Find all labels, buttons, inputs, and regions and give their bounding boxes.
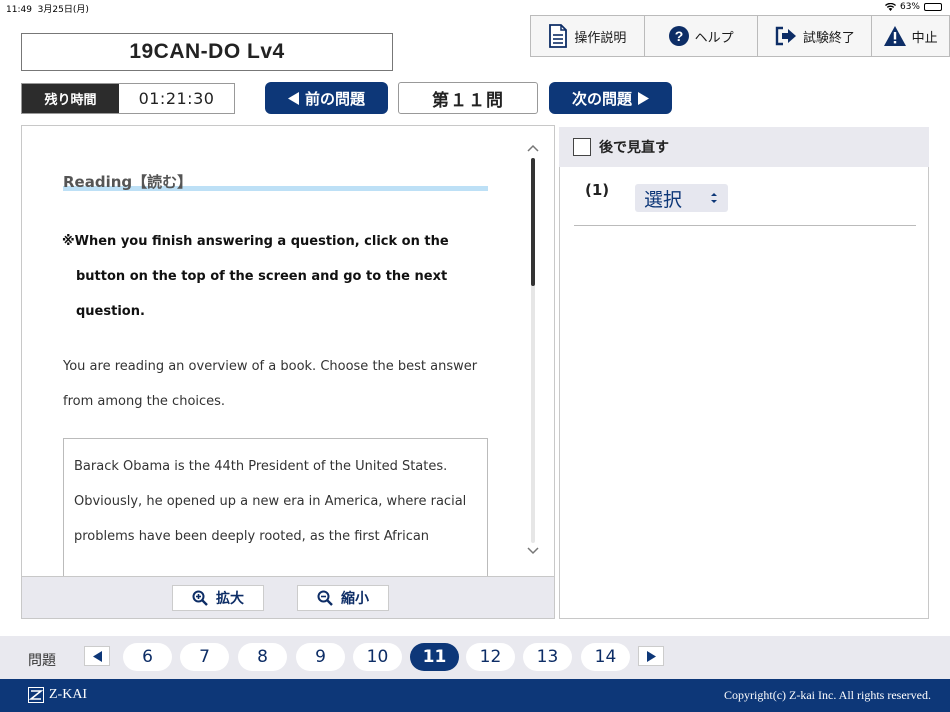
review-later-row[interactable]: 後で見直す xyxy=(559,127,929,167)
triangle-right-icon xyxy=(638,91,649,105)
remaining-time-label: 残り時間 xyxy=(22,84,119,113)
end-exam-label: 試験終了 xyxy=(802,30,855,46)
warning-icon xyxy=(883,26,906,46)
document-icon xyxy=(549,24,568,48)
pager-prev-button[interactable] xyxy=(84,646,110,666)
status-right: 63% xyxy=(884,2,942,12)
next-question-button[interactable]: 次の問題 xyxy=(549,82,672,114)
end-exam-button[interactable]: 試験終了 xyxy=(758,16,873,56)
zoom-bar: 拡大 縮小 xyxy=(22,576,554,618)
answer-divider xyxy=(574,225,916,226)
top-toolbar: 操作説明 ? ヘルプ 試験終了 中止 xyxy=(530,15,950,57)
zkai-logo: Z-KAI xyxy=(28,687,87,703)
scroll-down-icon[interactable] xyxy=(527,546,539,556)
reading-scroll-area[interactable]: Reading【読む】 ※When you finish answering a… xyxy=(22,126,554,576)
zoom-in-label: 拡大 xyxy=(216,591,244,607)
pager-page-10[interactable]: 10 xyxy=(353,643,402,671)
reading-panel: Reading【読む】 ※When you finish answering a… xyxy=(21,125,555,619)
answer-select[interactable]: 選択 xyxy=(635,184,728,212)
abort-button[interactable]: 中止 xyxy=(872,16,950,56)
status-time: 11:49 3月25日(月) xyxy=(6,5,89,15)
remaining-time: 残り時間 01:21:30 xyxy=(21,83,235,114)
next-question-label: 次の問題 xyxy=(571,89,632,108)
triangle-right-icon xyxy=(646,650,656,662)
instructions-button[interactable]: 操作説明 xyxy=(531,16,645,56)
select-arrows-icon xyxy=(711,193,717,203)
pager-label: 問題 xyxy=(28,653,56,669)
svg-text:?: ? xyxy=(674,28,683,44)
answer-panel: (1) 選択 xyxy=(559,167,929,619)
pager-page-7[interactable]: 7 xyxy=(180,643,229,671)
instruction-text: ※When you finish answering a question, c… xyxy=(62,234,449,319)
section-title: Reading【読む】 xyxy=(63,171,488,191)
answer-question-label: (1) xyxy=(585,181,610,199)
exit-icon xyxy=(775,26,796,46)
zoom-in-icon xyxy=(192,590,208,606)
battery-icon xyxy=(924,3,942,11)
pager-page-14[interactable]: 14 xyxy=(581,643,630,671)
pager-page-11[interactable]: 11 xyxy=(410,643,459,671)
review-later-label: 後で見直す xyxy=(599,140,669,156)
zoom-out-button[interactable]: 縮小 xyxy=(297,585,389,611)
prev-question-button[interactable]: 前の問題 xyxy=(265,82,388,114)
scrollbar-thumb[interactable] xyxy=(531,158,535,286)
exam-title: 19CAN-DO Lv4 xyxy=(21,33,393,71)
pager-page-9[interactable]: 9 xyxy=(296,643,345,671)
zoom-in-button[interactable]: 拡大 xyxy=(172,585,264,611)
pager-next-button[interactable] xyxy=(638,646,664,666)
help-button[interactable]: ? ヘルプ xyxy=(644,16,759,56)
zoom-out-label: 縮小 xyxy=(341,591,369,607)
scroll-up-icon[interactable] xyxy=(527,143,539,153)
question-pager: 問題 6 7 8 9 10 11 12 13 14 xyxy=(0,636,950,679)
remaining-time-value: 01:21:30 xyxy=(138,89,215,108)
review-later-checkbox[interactable] xyxy=(573,138,591,156)
zkai-logo-icon xyxy=(28,687,44,703)
prev-question-label: 前の問題 xyxy=(304,89,365,108)
direction-text: You are reading an overview of a book. C… xyxy=(63,359,478,409)
passage-box: Barack Obama is the 44th President of th… xyxy=(63,438,488,576)
copyright-text: Copyright(c) Z-kai Inc. All rights reser… xyxy=(724,688,931,702)
question-number: 第１１問 xyxy=(398,82,538,114)
pager-page-6[interactable]: 6 xyxy=(123,643,172,671)
logo-text: Z-KAI xyxy=(49,687,88,702)
footer: Z-KAI Copyright(c) Z-kai Inc. All rights… xyxy=(0,679,950,712)
instructions-label: 操作説明 xyxy=(574,30,627,46)
pager-page-12[interactable]: 12 xyxy=(466,643,515,671)
wifi-icon xyxy=(884,3,896,11)
help-label: ヘルプ xyxy=(694,30,734,46)
pager-page-8[interactable]: 8 xyxy=(238,643,287,671)
help-icon: ? xyxy=(668,26,689,46)
battery-percent: 63% xyxy=(899,2,920,12)
pager-page-13[interactable]: 13 xyxy=(523,643,572,671)
abort-label: 中止 xyxy=(911,30,938,46)
zoom-out-icon xyxy=(317,590,333,606)
answer-select-value: 選択 xyxy=(644,188,683,211)
status-bar: 11:49 3月25日(月) 63% xyxy=(0,0,950,15)
triangle-left-icon xyxy=(92,650,102,662)
triangle-left-icon xyxy=(287,91,299,105)
